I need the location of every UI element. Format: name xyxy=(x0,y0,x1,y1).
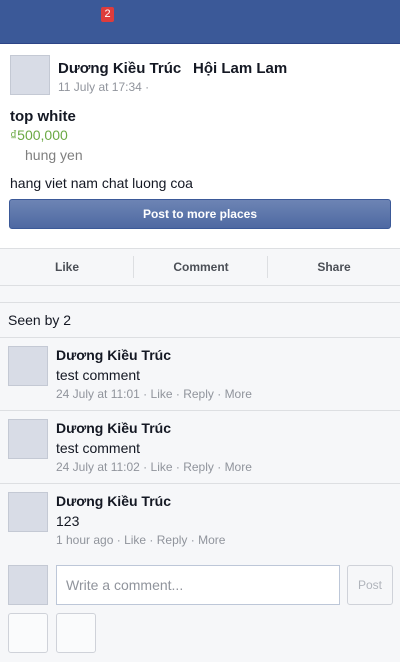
comment-author-link[interactable]: Dương Kiều Trúc xyxy=(56,420,171,436)
section-gap xyxy=(0,286,400,302)
comment-item: Dương Kiều Trúc 123 1 hour ago · Like · … xyxy=(0,484,400,557)
author-avatar[interactable] xyxy=(10,55,50,95)
viewer-avatar xyxy=(8,565,48,605)
comment-timestamp[interactable]: 24 July at 11:01 xyxy=(56,387,140,401)
comment-reply-link[interactable]: Reply xyxy=(183,387,214,401)
comment-input[interactable]: Write a comment... xyxy=(56,565,340,605)
sale-item-price: ₫500,000 xyxy=(10,127,68,143)
comment-timestamp[interactable]: 24 July at 11:02 xyxy=(56,460,140,474)
attach-photo-button[interactable] xyxy=(8,613,48,653)
group-name-link[interactable]: Hội Lam Lam xyxy=(193,60,287,77)
comment-text: 123 xyxy=(56,513,80,529)
comment-item: Dương Kiều Trúc test comment 24 July at … xyxy=(0,411,400,484)
post-to-more-places-button[interactable]: Post to more places xyxy=(9,199,391,229)
share-button[interactable]: Share xyxy=(268,249,400,285)
comment-more-link[interactable]: More xyxy=(225,387,252,401)
comment-like-link[interactable]: Like xyxy=(151,387,173,401)
comment-meta: 1 hour ago · Like · Reply · More xyxy=(56,533,226,547)
top-navigation-bar: 2 xyxy=(0,0,400,44)
comment-item: Dương Kiều Trúc test comment 24 July at … xyxy=(0,338,400,411)
comment-button[interactable]: Comment xyxy=(134,249,268,285)
comment-text: test comment xyxy=(56,367,141,383)
attach-sticker-button[interactable] xyxy=(56,613,96,653)
comment-more-link[interactable]: More xyxy=(225,460,252,474)
comment-reply-link[interactable]: Reply xyxy=(157,533,188,547)
comment-author-link[interactable]: Dương Kiều Trúc xyxy=(56,493,171,509)
sale-item-location: hung yen xyxy=(25,147,83,163)
comment-like-link[interactable]: Like xyxy=(124,533,146,547)
comment-reply-link[interactable]: Reply xyxy=(183,460,214,474)
post-author-link[interactable]: Dương Kiều Trúc xyxy=(58,60,181,77)
comment-composer: Write a comment... Post xyxy=(0,556,400,662)
commenter-avatar[interactable] xyxy=(8,492,48,532)
comment-like-link[interactable]: Like xyxy=(151,460,173,474)
commenter-avatar[interactable] xyxy=(8,419,48,459)
like-button[interactable]: Like xyxy=(0,249,134,285)
comment-timestamp[interactable]: 1 hour ago xyxy=(56,533,113,547)
post-comment-button[interactable]: Post xyxy=(347,565,393,605)
post-timestamp[interactable]: 11 July at 17:34 · xyxy=(58,80,149,94)
post-action-bar: Like Comment Share xyxy=(0,248,400,286)
comment-text: test comment xyxy=(56,440,141,456)
post-body-text: hang viet nam chat luong coa xyxy=(10,175,193,191)
comment-meta: 24 July at 11:02 · Like · Reply · More xyxy=(56,460,252,474)
comment-meta: 24 July at 11:01 · Like · Reply · More xyxy=(56,387,252,401)
sale-item-title: top white xyxy=(10,108,76,125)
comment-list: Dương Kiều Trúc test comment 24 July at … xyxy=(0,338,400,557)
seen-by-count[interactable]: Seen by 2 xyxy=(0,302,400,338)
notification-badge[interactable]: 2 xyxy=(101,7,114,22)
comment-author-link[interactable]: Dương Kiều Trúc xyxy=(56,347,171,363)
post-header: Dương Kiều Trúc Hội Lam Lam 11 July at 1… xyxy=(0,44,400,102)
comment-more-link[interactable]: More xyxy=(198,533,225,547)
commenter-avatar[interactable] xyxy=(8,346,48,386)
